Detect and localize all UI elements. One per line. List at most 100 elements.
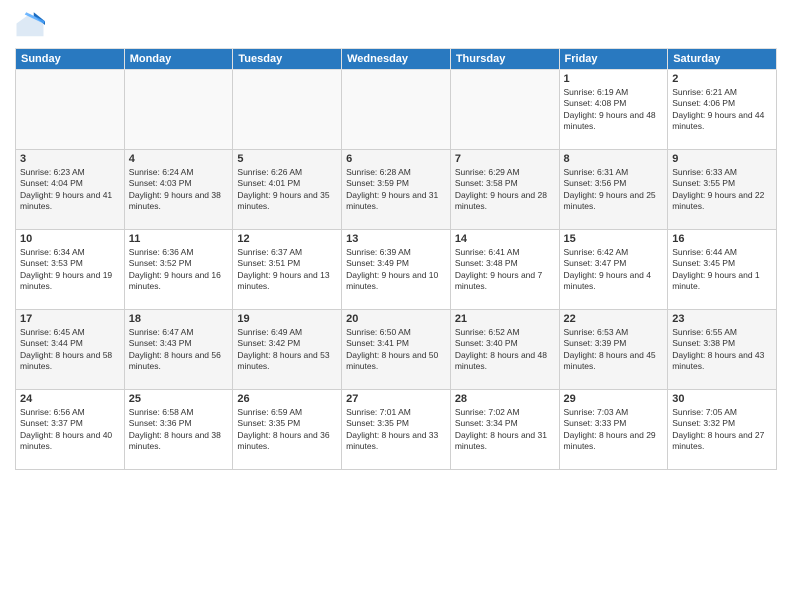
day-content: Sunrise: 6:28 AM Sunset: 3:59 PM Dayligh… xyxy=(346,167,446,213)
day-header-wednesday: Wednesday xyxy=(342,49,451,70)
day-content: Sunrise: 6:33 AM Sunset: 3:55 PM Dayligh… xyxy=(672,167,772,213)
day-content: Sunrise: 6:52 AM Sunset: 3:40 PM Dayligh… xyxy=(455,327,555,373)
day-number: 15 xyxy=(564,233,664,245)
day-content: Sunrise: 6:42 AM Sunset: 3:47 PM Dayligh… xyxy=(564,247,664,293)
week-row-4: 24 Sunrise: 6:56 AM Sunset: 3:37 PM Dayli… xyxy=(16,390,777,470)
day-number: 7 xyxy=(455,153,555,165)
calendar-cell xyxy=(16,70,125,150)
day-number: 4 xyxy=(129,153,229,165)
day-content: Sunrise: 6:58 AM Sunset: 3:36 PM Dayligh… xyxy=(129,407,229,453)
week-row-2: 10Sunrise: 6:34 AM Sunset: 3:53 PM Dayli… xyxy=(16,230,777,310)
day-number: 1 xyxy=(564,73,664,85)
calendar-cell: 24 Sunrise: 6:56 AM Sunset: 3:37 PM Dayli… xyxy=(16,390,125,470)
calendar-cell: 8 Sunrise: 6:31 AM Sunset: 3:56 PM Daylig… xyxy=(559,150,668,230)
calendar-cell: 5Sunrise: 6:26 AM Sunset: 4:01 PM Daylig… xyxy=(233,150,342,230)
day-content: Sunrise: 6:49 AM Sunset: 3:42 PM Dayligh… xyxy=(237,327,337,373)
page: SundayMondayTuesdayWednesdayThursdayFrid… xyxy=(0,0,792,612)
day-content: Sunrise: 6:23 AM Sunset: 4:04 PM Dayligh… xyxy=(20,167,120,213)
calendar-cell xyxy=(233,70,342,150)
calendar-cell: 29 Sunrise: 7:03 AM Sunset: 3:33 PM Dayli… xyxy=(559,390,668,470)
day-number: 8 xyxy=(564,153,664,165)
day-number: 25 xyxy=(129,393,229,405)
header xyxy=(15,10,777,40)
day-number: 17 xyxy=(20,313,120,325)
calendar-cell: 23Sunrise: 6:55 AM Sunset: 3:38 PM Dayli… xyxy=(668,310,777,390)
day-number: 16 xyxy=(672,233,772,245)
day-content: Sunrise: 6:56 AM Sunset: 3:37 PM Dayligh… xyxy=(20,407,120,453)
day-number: 18 xyxy=(129,313,229,325)
calendar-cell: 15 Sunrise: 6:42 AM Sunset: 3:47 PM Dayli… xyxy=(559,230,668,310)
calendar-cell: 26 Sunrise: 6:59 AM Sunset: 3:35 PM Dayli… xyxy=(233,390,342,470)
day-number: 12 xyxy=(237,233,337,245)
day-number: 19 xyxy=(237,313,337,325)
calendar-cell xyxy=(450,70,559,150)
calendar-cell: 6 Sunrise: 6:28 AM Sunset: 3:59 PM Daylig… xyxy=(342,150,451,230)
calendar-cell: 11 Sunrise: 6:36 AM Sunset: 3:52 PM Dayli… xyxy=(124,230,233,310)
calendar: SundayMondayTuesdayWednesdayThursdayFrid… xyxy=(15,48,777,470)
day-content: Sunrise: 6:19 AM Sunset: 4:08 PM Dayligh… xyxy=(564,87,664,133)
calendar-cell: 20 Sunrise: 6:50 AM Sunset: 3:41 PM Dayli… xyxy=(342,310,451,390)
day-number: 2 xyxy=(672,73,772,85)
calendar-cell: 27 Sunrise: 7:01 AM Sunset: 3:35 PM Dayli… xyxy=(342,390,451,470)
day-content: Sunrise: 7:01 AM Sunset: 3:35 PM Dayligh… xyxy=(346,407,446,453)
day-number: 24 xyxy=(20,393,120,405)
day-number: 14 xyxy=(455,233,555,245)
calendar-cell: 16 Sunrise: 6:44 AM Sunset: 3:45 PM Dayli… xyxy=(668,230,777,310)
day-number: 9 xyxy=(672,153,772,165)
day-content: Sunrise: 6:34 AM Sunset: 3:53 PM Dayligh… xyxy=(20,247,120,293)
day-number: 22 xyxy=(564,313,664,325)
day-content: Sunrise: 7:05 AM Sunset: 3:32 PM Dayligh… xyxy=(672,407,772,453)
day-header-thursday: Thursday xyxy=(450,49,559,70)
week-row-3: 17 Sunrise: 6:45 AM Sunset: 3:44 PM Dayli… xyxy=(16,310,777,390)
logo-icon xyxy=(15,10,45,40)
day-content: Sunrise: 7:02 AM Sunset: 3:34 PM Dayligh… xyxy=(455,407,555,453)
day-number: 27 xyxy=(346,393,446,405)
calendar-cell: 14 Sunrise: 6:41 AM Sunset: 3:48 PM Dayli… xyxy=(450,230,559,310)
calendar-cell xyxy=(124,70,233,150)
day-number: 28 xyxy=(455,393,555,405)
calendar-cell: 30 Sunrise: 7:05 AM Sunset: 3:32 PM Dayli… xyxy=(668,390,777,470)
calendar-cell xyxy=(342,70,451,150)
day-number: 29 xyxy=(564,393,664,405)
week-row-1: 3 Sunrise: 6:23 AM Sunset: 4:04 PM Daylig… xyxy=(16,150,777,230)
day-number: 13 xyxy=(346,233,446,245)
day-content: Sunrise: 6:36 AM Sunset: 3:52 PM Dayligh… xyxy=(129,247,229,293)
day-number: 6 xyxy=(346,153,446,165)
calendar-cell: 18 Sunrise: 6:47 AM Sunset: 3:43 PM Dayli… xyxy=(124,310,233,390)
day-number: 26 xyxy=(237,393,337,405)
day-number: 20 xyxy=(346,313,446,325)
day-content: Sunrise: 6:31 AM Sunset: 3:56 PM Dayligh… xyxy=(564,167,664,213)
calendar-cell: 21 Sunrise: 6:52 AM Sunset: 3:40 PM Dayli… xyxy=(450,310,559,390)
day-content: Sunrise: 6:21 AM Sunset: 4:06 PM Dayligh… xyxy=(672,87,772,133)
day-number: 11 xyxy=(129,233,229,245)
logo xyxy=(15,10,49,40)
calendar-cell: 25 Sunrise: 6:58 AM Sunset: 3:36 PM Dayli… xyxy=(124,390,233,470)
calendar-header-row: SundayMondayTuesdayWednesdayThursdayFrid… xyxy=(16,49,777,70)
day-content: Sunrise: 6:59 AM Sunset: 3:35 PM Dayligh… xyxy=(237,407,337,453)
day-content: Sunrise: 6:44 AM Sunset: 3:45 PM Dayligh… xyxy=(672,247,772,293)
day-content: Sunrise: 6:26 AM Sunset: 4:01 PM Dayligh… xyxy=(237,167,337,213)
day-header-tuesday: Tuesday xyxy=(233,49,342,70)
day-content: Sunrise: 6:45 AM Sunset: 3:44 PM Dayligh… xyxy=(20,327,120,373)
calendar-cell: 4 Sunrise: 6:24 AM Sunset: 4:03 PM Daylig… xyxy=(124,150,233,230)
day-content: Sunrise: 6:39 AM Sunset: 3:49 PM Dayligh… xyxy=(346,247,446,293)
day-content: Sunrise: 6:53 AM Sunset: 3:39 PM Dayligh… xyxy=(564,327,664,373)
day-header-sunday: Sunday xyxy=(16,49,125,70)
calendar-cell: 22 Sunrise: 6:53 AM Sunset: 3:39 PM Dayli… xyxy=(559,310,668,390)
calendar-cell: 9 Sunrise: 6:33 AM Sunset: 3:55 PM Daylig… xyxy=(668,150,777,230)
calendar-cell: 7Sunrise: 6:29 AM Sunset: 3:58 PM Daylig… xyxy=(450,150,559,230)
calendar-cell: 2 Sunrise: 6:21 AM Sunset: 4:06 PM Daylig… xyxy=(668,70,777,150)
day-number: 30 xyxy=(672,393,772,405)
day-content: Sunrise: 6:24 AM Sunset: 4:03 PM Dayligh… xyxy=(129,167,229,213)
day-content: Sunrise: 6:41 AM Sunset: 3:48 PM Dayligh… xyxy=(455,247,555,293)
day-number: 3 xyxy=(20,153,120,165)
calendar-cell: 28 Sunrise: 7:02 AM Sunset: 3:34 PM Dayli… xyxy=(450,390,559,470)
calendar-cell: 13 Sunrise: 6:39 AM Sunset: 3:49 PM Dayli… xyxy=(342,230,451,310)
day-content: Sunrise: 6:47 AM Sunset: 3:43 PM Dayligh… xyxy=(129,327,229,373)
calendar-cell: 1 Sunrise: 6:19 AM Sunset: 4:08 PM Daylig… xyxy=(559,70,668,150)
day-content: Sunrise: 7:03 AM Sunset: 3:33 PM Dayligh… xyxy=(564,407,664,453)
calendar-cell: 17 Sunrise: 6:45 AM Sunset: 3:44 PM Dayli… xyxy=(16,310,125,390)
day-number: 21 xyxy=(455,313,555,325)
day-number: 23 xyxy=(672,313,772,325)
day-content: Sunrise: 6:50 AM Sunset: 3:41 PM Dayligh… xyxy=(346,327,446,373)
